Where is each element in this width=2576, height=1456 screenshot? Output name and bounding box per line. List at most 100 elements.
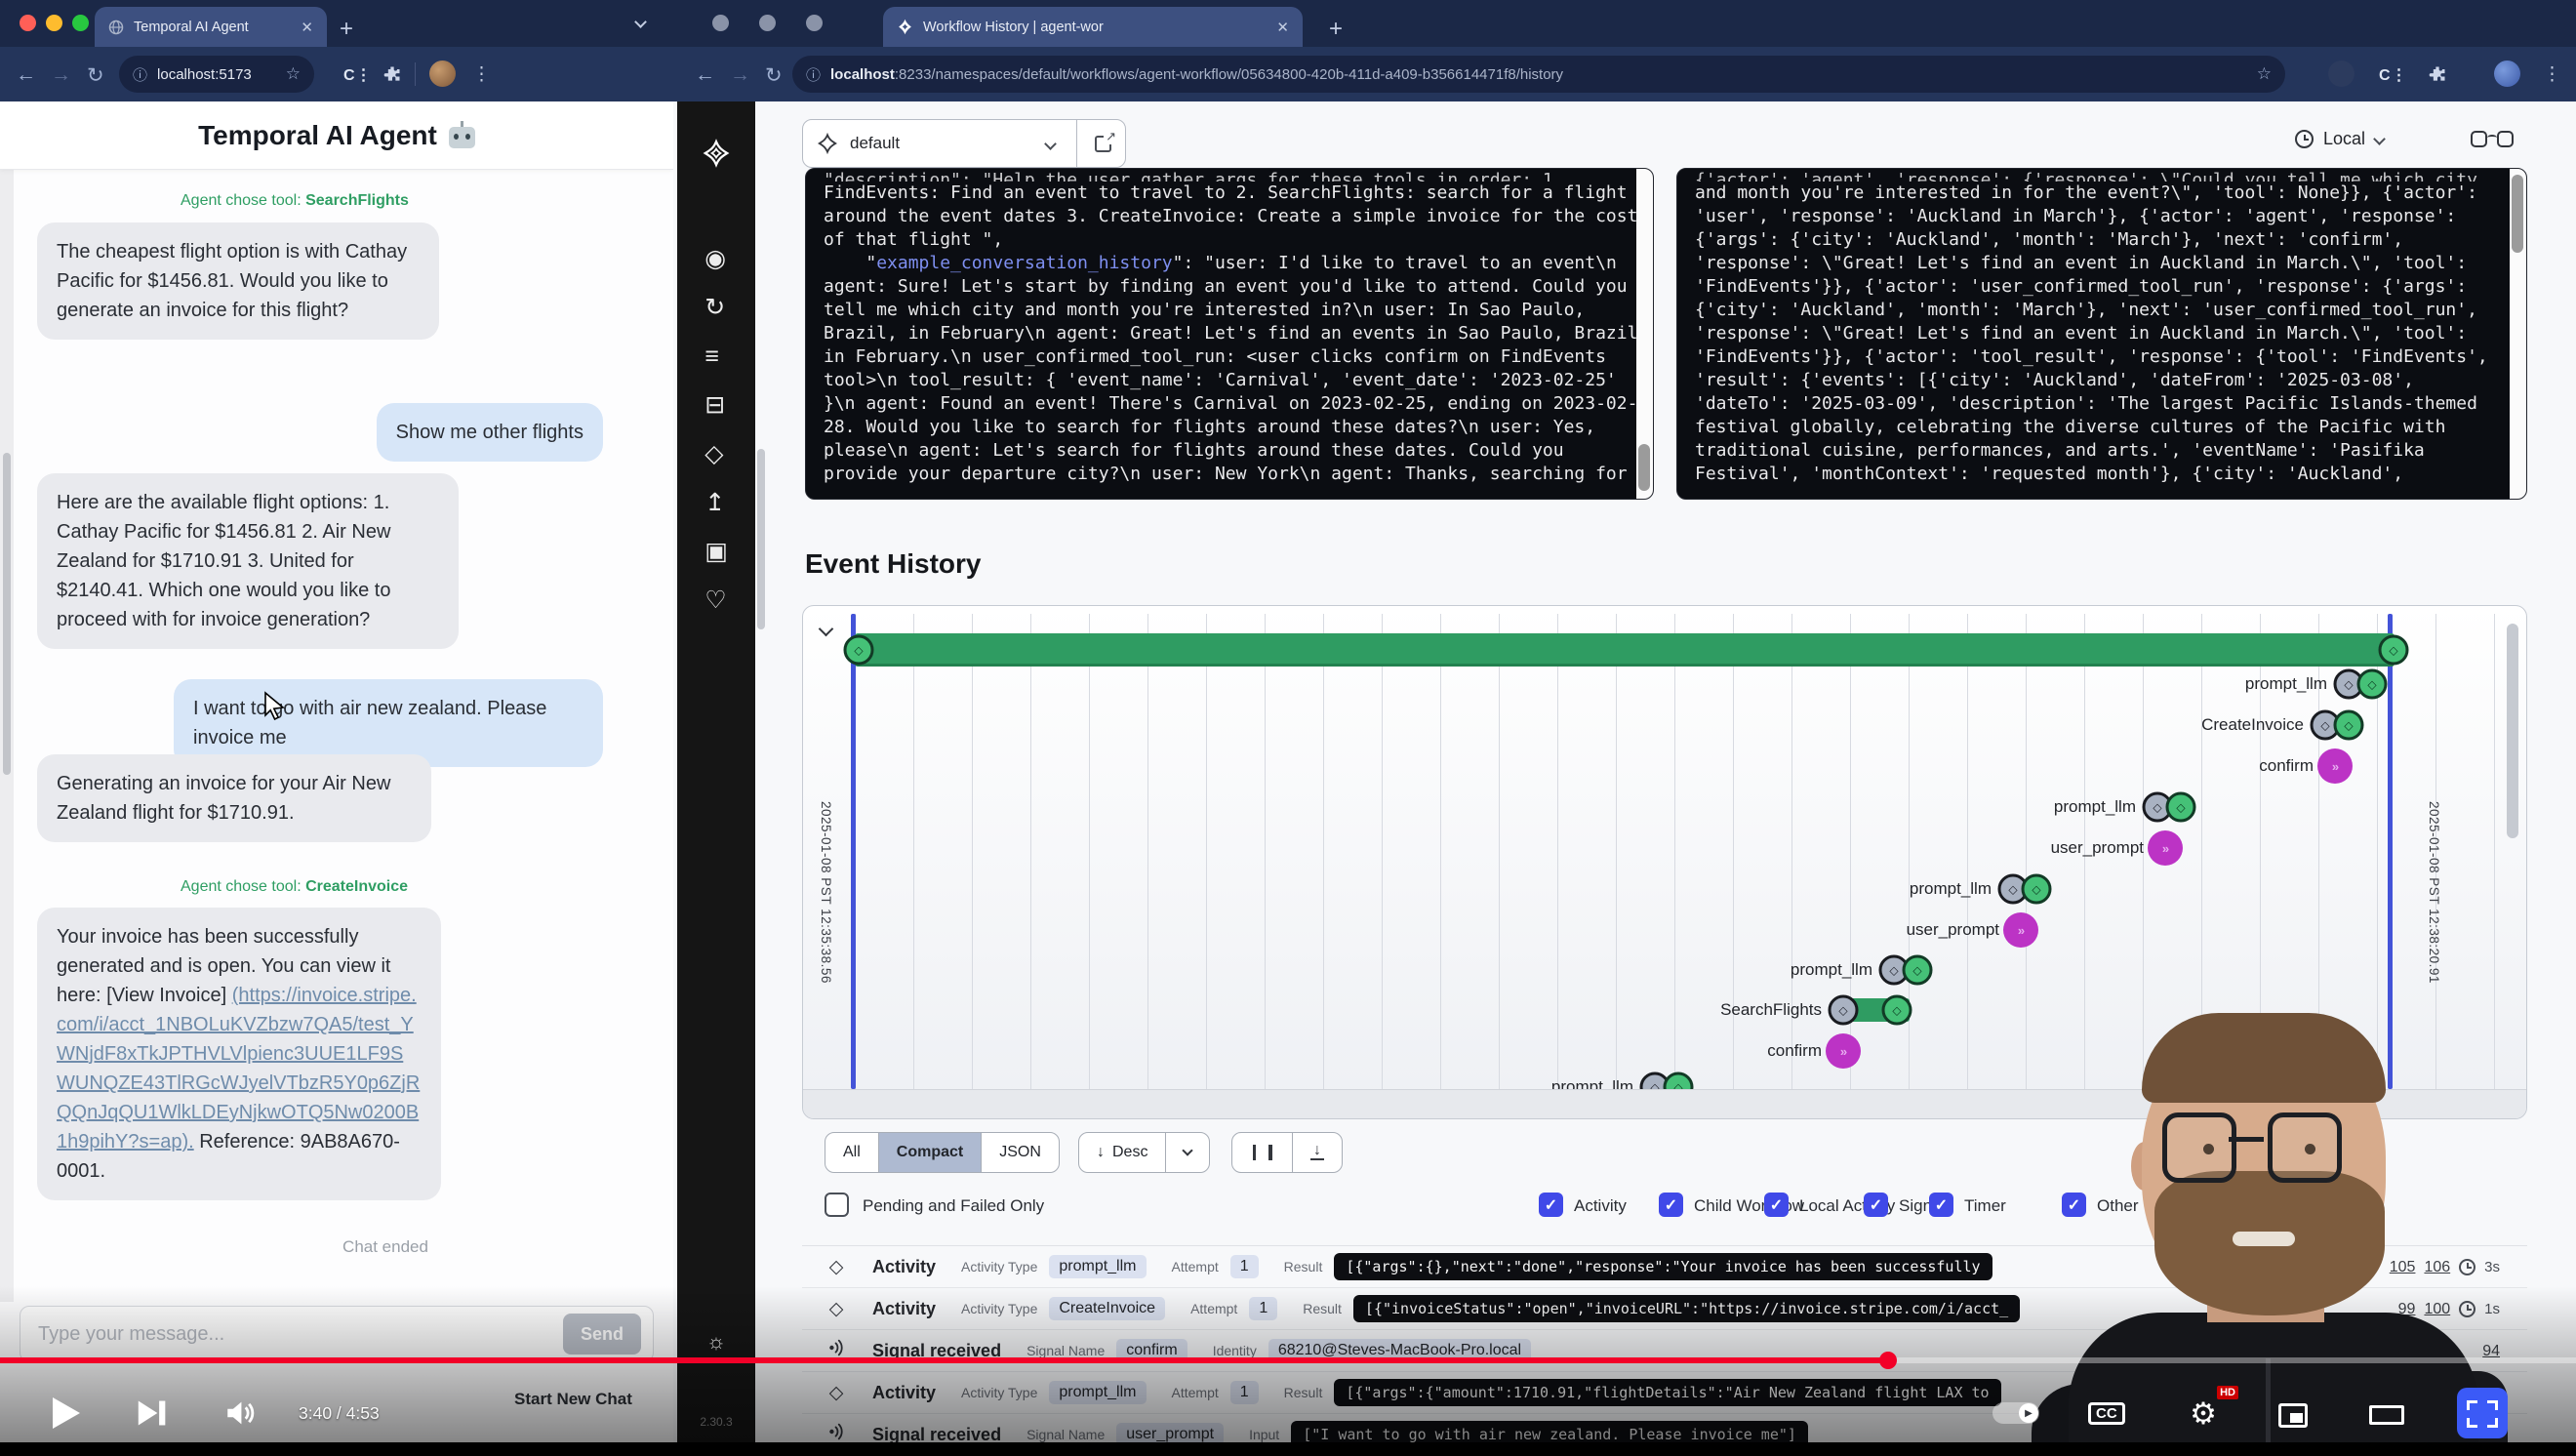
filter-checkbox-local-activity[interactable]: ✓ bbox=[1764, 1193, 1789, 1217]
view-compact-button[interactable]: Compact bbox=[879, 1133, 982, 1172]
zoom-window-button[interactable] bbox=[72, 15, 89, 31]
video-progress-played[interactable] bbox=[0, 1357, 1888, 1363]
timeline-completed-marker[interactable]: ◇ bbox=[2357, 669, 2388, 700]
tab-close-icon[interactable]: ✕ bbox=[1276, 19, 1289, 36]
timeline-scheduled-marker[interactable]: ◇ bbox=[1829, 995, 1859, 1026]
event-id-link[interactable]: 106 bbox=[2424, 1259, 2450, 1276]
tab-temporal-ai-agent[interactable]: Temporal AI Agent ✕ bbox=[95, 7, 327, 47]
theater-mode-button[interactable] bbox=[2365, 1397, 2408, 1433]
extensions-puzzle-icon[interactable] bbox=[2428, 64, 2447, 84]
site-info-icon[interactable]: ⓘ bbox=[806, 64, 821, 85]
new-tab-button[interactable]: + bbox=[1329, 16, 1343, 43]
timeline-completed-marker[interactable]: ◇ bbox=[1903, 955, 1933, 986]
profile-avatar[interactable] bbox=[429, 61, 456, 87]
volume-icon[interactable] bbox=[217, 1390, 263, 1436]
batch-icon[interactable]: ≡ bbox=[704, 332, 728, 381]
close-window-button[interactable] bbox=[712, 15, 729, 31]
data-encoder-glasses-icon[interactable] bbox=[2471, 131, 2514, 150]
profile-avatar[interactable] bbox=[2494, 61, 2520, 87]
tab-close-icon[interactable]: ✕ bbox=[301, 19, 313, 36]
workflows-icon[interactable]: ◉ bbox=[704, 234, 728, 283]
event-id-link[interactable]: 105 bbox=[2390, 1259, 2416, 1276]
extension-icon[interactable]: C⋮ bbox=[343, 65, 373, 85]
view-all-button[interactable]: All bbox=[825, 1133, 879, 1172]
timeline-signal-marker[interactable]: » bbox=[1826, 1033, 1861, 1069]
filter-checkbox-activity[interactable]: ✓ bbox=[1539, 1193, 1563, 1217]
deployments-icon[interactable]: ◇ bbox=[704, 429, 728, 478]
filter-checkbox-timer[interactable]: ✓ bbox=[1929, 1193, 1953, 1217]
back-icon[interactable]: ← bbox=[695, 63, 715, 87]
address-bar[interactable]: ⓘ localhost:5173 ☆ bbox=[119, 56, 314, 93]
timeline-signal-marker[interactable]: » bbox=[2003, 912, 2038, 948]
timeline-completed-marker[interactable]: ◇ bbox=[2166, 792, 2196, 823]
filter-checkbox-child-workflow[interactable]: ✓ bbox=[1659, 1193, 1683, 1217]
fullscreen-button[interactable] bbox=[2463, 1395, 2502, 1433]
bookmark-star-icon[interactable]: ☆ bbox=[2257, 64, 2272, 84]
sort-dropdown-button[interactable] bbox=[1166, 1133, 1209, 1172]
forward-icon[interactable]: → bbox=[51, 63, 71, 87]
filter-checkbox-signal[interactable]: ✓ bbox=[1864, 1193, 1888, 1217]
timeline-completed-marker[interactable]: ◇ bbox=[2334, 710, 2364, 741]
play-button[interactable] bbox=[43, 1390, 90, 1436]
video-playhead[interactable] bbox=[1879, 1352, 1897, 1369]
settings-gear-icon[interactable]: ⚙ HD bbox=[2182, 1392, 2225, 1435]
extension-icon[interactable]: C⋮ bbox=[2379, 65, 2408, 85]
start-new-chat-link[interactable]: Start New Chat bbox=[514, 1390, 632, 1409]
extension-icon[interactable] bbox=[2328, 61, 2355, 87]
workflow-start-marker[interactable]: ◇ bbox=[844, 635, 874, 666]
close-window-button[interactable] bbox=[20, 15, 36, 31]
schedules-icon[interactable]: ↻ bbox=[704, 283, 728, 332]
workflow-execution-bar[interactable] bbox=[855, 633, 2395, 667]
minimize-window-button[interactable] bbox=[759, 15, 776, 31]
open-in-new-icon[interactable] bbox=[1095, 136, 1111, 152]
minimize-window-button[interactable] bbox=[46, 15, 62, 31]
chat-scrollbar-thumb[interactable] bbox=[3, 453, 11, 775]
archive-icon[interactable]: ⊟ bbox=[704, 381, 728, 429]
zoom-window-button[interactable] bbox=[806, 15, 823, 31]
autoplay-toggle[interactable] bbox=[1992, 1402, 2039, 1424]
chevron-down-icon[interactable] bbox=[1044, 138, 1057, 150]
timeline-signal-marker[interactable]: » bbox=[2148, 830, 2183, 866]
address-bar[interactable]: ⓘ localhost:8233/namespaces/default/work… bbox=[792, 56, 2285, 93]
view-json-button[interactable]: JSON bbox=[982, 1133, 1059, 1172]
sort-desc-button[interactable]: ↓Desc bbox=[1079, 1133, 1166, 1172]
chat-scrollbar[interactable] bbox=[0, 170, 14, 1302]
timeline-signal-marker[interactable]: » bbox=[2317, 748, 2353, 784]
timeline-scrollbar-thumb[interactable] bbox=[2507, 624, 2518, 838]
timeline-completed-marker[interactable]: ◇ bbox=[1882, 995, 1912, 1026]
theme-toggle-icon[interactable]: ☼ bbox=[677, 1329, 755, 1355]
next-button[interactable] bbox=[129, 1390, 176, 1436]
extensions-puzzle-icon[interactable] bbox=[382, 64, 402, 84]
import-icon[interactable]: ↥ bbox=[704, 478, 728, 527]
miniplayer-button[interactable] bbox=[2274, 1395, 2313, 1435]
tab-overflow-chevron-icon[interactable] bbox=[634, 16, 647, 28]
namespace-select[interactable]: default bbox=[802, 119, 1126, 168]
temporal-logo-icon[interactable] bbox=[702, 139, 731, 168]
timezone-select[interactable]: Local bbox=[2295, 129, 2384, 149]
browser-menu-icon[interactable]: ⋮ bbox=[472, 63, 491, 86]
forward-icon[interactable]: → bbox=[730, 63, 750, 87]
page-scrollbar-thumb[interactable] bbox=[757, 449, 765, 629]
code-scrollbar[interactable] bbox=[1636, 169, 1653, 499]
captions-button[interactable]: CC bbox=[2088, 1395, 2125, 1431]
tab-workflow-history[interactable]: Workflow History | agent-wor ✕ bbox=[883, 7, 1303, 47]
invoice-link[interactable]: (https://invoice.stripe.com/i/acct_1NBOL… bbox=[57, 985, 420, 1153]
reload-icon[interactable]: ↻ bbox=[765, 63, 783, 88]
pause-button[interactable] bbox=[1232, 1133, 1293, 1172]
code-scrollbar[interactable] bbox=[2510, 169, 2526, 499]
bookmark-star-icon[interactable]: ☆ bbox=[286, 64, 301, 84]
browser-menu-icon[interactable]: ⋮ bbox=[2543, 63, 2561, 86]
pending-failed-checkbox[interactable] bbox=[825, 1193, 849, 1217]
site-info-icon[interactable]: ⓘ bbox=[133, 64, 147, 85]
codec-icon[interactable]: ▣ bbox=[704, 527, 728, 576]
feedback-icon[interactable]: ♡ bbox=[704, 576, 728, 625]
workflow-end-marker[interactable]: ◇ bbox=[2379, 635, 2409, 666]
collapse-timeline-chevron-icon[interactable] bbox=[819, 622, 834, 637]
message-input[interactable] bbox=[38, 1307, 545, 1361]
filter-checkbox-other[interactable]: ✓ bbox=[2062, 1193, 2086, 1217]
event-id-link[interactable]: 100 bbox=[2424, 1301, 2450, 1318]
new-tab-button[interactable]: + bbox=[340, 16, 353, 43]
reload-icon[interactable]: ↻ bbox=[87, 63, 104, 88]
send-button[interactable]: Send bbox=[563, 1314, 641, 1355]
download-history-button[interactable]: ↓ bbox=[1293, 1133, 1342, 1172]
